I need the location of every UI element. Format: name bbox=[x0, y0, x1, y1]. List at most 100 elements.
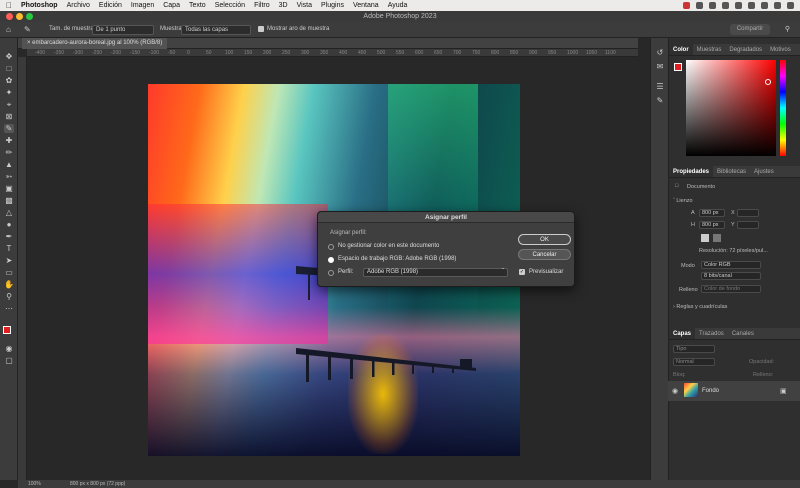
status-icon-2[interactable] bbox=[696, 2, 703, 9]
tab-motivos[interactable]: Motivos bbox=[766, 44, 795, 55]
eye-icon[interactable]: ◉ bbox=[672, 387, 678, 395]
gradient-tool-icon[interactable]: ▩ bbox=[4, 196, 14, 205]
menu-seleccion[interactable]: Selección bbox=[215, 2, 245, 9]
pen-tool-icon[interactable]: ✒ bbox=[4, 232, 14, 241]
menu-archivo[interactable]: Archivo bbox=[67, 2, 90, 9]
battery-icon[interactable] bbox=[748, 2, 755, 9]
screen-mode-icon[interactable]: ▢ bbox=[4, 356, 14, 365]
panel-foreground-swatch[interactable] bbox=[674, 63, 682, 71]
status-app-icon[interactable] bbox=[683, 2, 690, 9]
tab-ajustes[interactable]: Ajustes bbox=[750, 166, 778, 177]
tab-capas[interactable]: Capas bbox=[669, 328, 696, 339]
eyedropper-icon[interactable]: ✎ bbox=[24, 25, 31, 34]
eyedropper-tool-icon[interactable]: ✎ bbox=[4, 124, 14, 133]
menu-capa[interactable]: Capa bbox=[163, 2, 180, 9]
lock-icon[interactable]: ▣ bbox=[780, 387, 787, 395]
apple-icon[interactable]:  bbox=[6, 1, 15, 10]
menu-texto[interactable]: Texto bbox=[189, 2, 206, 9]
option-no-color-management[interactable]: No gestionar color en este documento bbox=[338, 243, 439, 249]
adjust-panel-icon[interactable]: ☰ bbox=[655, 82, 665, 91]
path-select-tool-icon[interactable]: ➤ bbox=[4, 256, 14, 265]
menu-3d[interactable]: 3D bbox=[279, 2, 288, 9]
hue-slider[interactable] bbox=[780, 60, 786, 156]
shape-tool-icon[interactable]: ▭ bbox=[4, 268, 14, 277]
menu-filtro[interactable]: Filtro bbox=[254, 2, 270, 9]
more-tools-icon[interactable]: ⋯ bbox=[4, 304, 14, 313]
mode-select[interactable]: Color RGB bbox=[701, 261, 761, 269]
brush-tool-icon[interactable]: ✏ bbox=[4, 148, 14, 157]
show-ring-checkbox[interactable] bbox=[258, 26, 264, 32]
y-field[interactable] bbox=[737, 221, 759, 229]
guides-section[interactable]: › Reglas y cuadrículas bbox=[673, 304, 727, 310]
document-tab[interactable]: × embarcadero-aurora-boreal.jpg al 100% … bbox=[22, 38, 168, 49]
quick-mask-icon[interactable]: ◉ bbox=[4, 344, 14, 353]
zoom-tool-icon[interactable]: ⚲ bbox=[4, 292, 14, 301]
tab-muestras[interactable]: Muestras bbox=[693, 44, 726, 55]
height-field[interactable]: 800 px bbox=[699, 221, 725, 229]
marquee-tool-icon[interactable]: □ bbox=[4, 64, 14, 73]
zoom-level[interactable]: 100% bbox=[28, 480, 41, 488]
x-field[interactable] bbox=[737, 209, 759, 217]
status-icon-3[interactable] bbox=[709, 2, 716, 9]
healing-tool-icon[interactable]: ✚ bbox=[4, 136, 14, 145]
sample-select[interactable]: Todas las capas bbox=[181, 25, 251, 35]
option-profile-label[interactable]: Perfil: bbox=[338, 269, 353, 275]
type-tool-icon[interactable]: T bbox=[4, 244, 14, 253]
radio-profile[interactable] bbox=[328, 270, 334, 276]
canvas-section-label[interactable]: ˇ Lienzo bbox=[673, 198, 693, 204]
tab-bibliotecas[interactable]: Bibliotecas bbox=[713, 166, 750, 177]
home-icon[interactable]: ⌂ bbox=[6, 25, 11, 34]
close-window-button[interactable] bbox=[6, 13, 13, 20]
profile-select[interactable]: Adobe RGB (1998) ˇ bbox=[363, 268, 508, 277]
tab-propiedades[interactable]: Propiedades bbox=[669, 166, 714, 177]
preview-checkbox[interactable]: ✓ bbox=[519, 269, 525, 275]
menu-imagen[interactable]: Imagen bbox=[131, 2, 154, 9]
search-icon-options[interactable]: ⚲ bbox=[785, 25, 790, 33]
menu-app[interactable]: Photoshop bbox=[21, 2, 58, 9]
foreground-color-swatch[interactable] bbox=[3, 326, 11, 334]
control-center-icon[interactable] bbox=[787, 2, 794, 9]
landscape-icon[interactable] bbox=[713, 234, 721, 242]
width-field[interactable]: 800 px bbox=[699, 209, 725, 217]
dodge-tool-icon[interactable]: ● bbox=[4, 220, 14, 229]
status-icon-5[interactable] bbox=[735, 2, 742, 9]
radio-working-space[interactable] bbox=[328, 257, 334, 263]
sample-size-select[interactable]: De 1 punto bbox=[92, 25, 154, 35]
layer-kind-filter[interactable]: Tipo bbox=[673, 345, 715, 353]
preview-label[interactable]: Previsualizar bbox=[529, 269, 563, 275]
frame-tool-icon[interactable]: ⊠ bbox=[4, 112, 14, 121]
menu-edicion[interactable]: Edición bbox=[99, 2, 122, 9]
comments-panel-icon[interactable]: ✉ bbox=[655, 62, 665, 71]
status-icon-4[interactable] bbox=[722, 2, 729, 9]
blur-tool-icon[interactable]: △ bbox=[4, 208, 14, 217]
cancel-button[interactable]: Cancelar bbox=[518, 249, 571, 260]
brush-panel-icon[interactable]: ✎ bbox=[655, 96, 665, 105]
zoom-window-button[interactable] bbox=[26, 13, 33, 20]
move-tool-icon[interactable]: ✥ bbox=[4, 52, 14, 61]
menu-vista[interactable]: Vista bbox=[297, 2, 312, 9]
menu-ayuda[interactable]: Ayuda bbox=[388, 2, 408, 9]
ok-button[interactable]: OK bbox=[518, 234, 571, 245]
bits-select[interactable]: 8 bits/canal bbox=[701, 272, 761, 280]
tab-trazados[interactable]: Trazados bbox=[695, 328, 728, 339]
layer-name[interactable]: Fondo bbox=[702, 388, 719, 394]
option-working-space[interactable]: Espacio de trabajo RGB: Adobe RGB (1998) bbox=[338, 256, 456, 262]
blend-mode-select[interactable]: Normal bbox=[673, 358, 715, 366]
crop-tool-icon[interactable]: ⌖ bbox=[4, 100, 14, 109]
hand-tool-icon[interactable]: ✋ bbox=[4, 280, 14, 289]
radio-no-color-management[interactable] bbox=[328, 244, 334, 250]
minimize-window-button[interactable] bbox=[16, 13, 23, 20]
tab-canales[interactable]: Canales bbox=[728, 328, 758, 339]
menu-ventana[interactable]: Ventana bbox=[353, 2, 379, 9]
fill-select[interactable]: Color de fondo bbox=[701, 285, 761, 293]
lasso-tool-icon[interactable]: ✿ bbox=[4, 76, 14, 85]
quick-select-tool-icon[interactable]: ✦ bbox=[4, 88, 14, 97]
history-brush-icon[interactable]: ➳ bbox=[4, 172, 14, 181]
tab-degradados[interactable]: Degradados bbox=[725, 44, 766, 55]
history-panel-icon[interactable]: ↺ bbox=[655, 48, 665, 57]
search-icon[interactable] bbox=[774, 2, 781, 9]
stamp-tool-icon[interactable]: ▲ bbox=[4, 160, 14, 169]
portrait-icon[interactable] bbox=[701, 234, 709, 242]
wifi-icon[interactable] bbox=[761, 2, 768, 9]
document-info[interactable]: 800 px x 800 px (72 ppp) bbox=[70, 480, 125, 488]
